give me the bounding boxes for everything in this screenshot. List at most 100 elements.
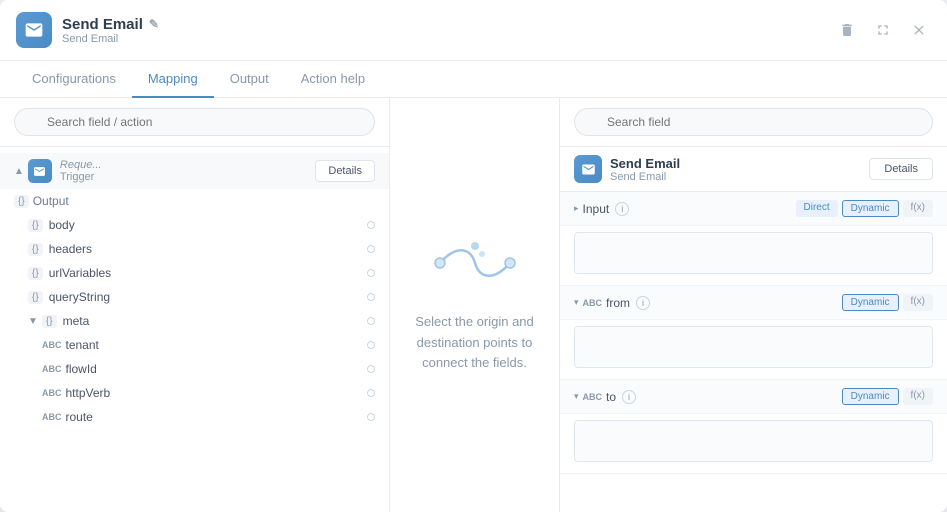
field-section-to: ▾ ABC to i Dynamic f(x) [560,380,947,474]
title-bar: Send Email ✎ Send Email [0,0,947,61]
to-chevron: ▾ [574,391,579,402]
headers-type: {} [28,243,43,256]
field-header-from: ▾ ABC from i Dynamic f(x) [560,286,947,320]
tree-item-flowid[interactable]: ABC flowId [0,357,389,381]
tabs-bar: Configurations Mapping Output Action hel… [0,61,947,98]
route-type: ABC [42,412,62,422]
to-tag-dynamic[interactable]: Dynamic [842,388,899,405]
edit-title-icon[interactable]: ✎ [149,17,159,31]
tree-item-meta[interactable]: ▼ {} meta [0,309,389,333]
from-field-input[interactable] [574,326,933,368]
field-header-to: ▾ ABC to i Dynamic f(x) [560,380,947,414]
right-search-area: 🔍 [560,98,947,147]
input-field-tags: Direct Dynamic f(x) [796,200,933,217]
tree-item-httpverb[interactable]: ABC httpVerb [0,381,389,405]
to-type-tag: ABC [583,392,603,402]
from-field-label: from [606,296,630,310]
input-info-icon[interactable]: i [615,202,629,216]
to-tag-fx[interactable]: f(x) [903,388,933,405]
meta-type: {} [42,315,57,328]
flowid-label: flowId [66,362,97,376]
left-tree: ▲ Reque... Trigger Details {} Output [0,147,389,512]
querystring-label: queryString [49,290,110,304]
urlvariables-type: {} [28,267,43,280]
delete-button[interactable] [835,18,859,42]
meta-chevron: ▼ [28,316,38,327]
tab-action-help[interactable]: Action help [285,61,381,98]
from-chevron: ▾ [574,297,579,308]
destination-subtitle: Send Email [610,171,680,183]
input-tag-fx[interactable]: f(x) [903,200,933,217]
destination-title-group: Send Email Send Email [610,156,680,183]
trigger-icon [28,159,52,183]
output-label: Output [33,194,69,208]
to-field-area [560,414,947,473]
from-tag-dynamic[interactable]: Dynamic [842,294,899,311]
left-panel: 🔍 ▲ Reque... Trigger Details [0,98,390,512]
input-tag-direct[interactable]: Direct [796,200,838,217]
trigger-label-text: Reque... Trigger [60,159,102,183]
tree-item-body[interactable]: {} body [0,213,389,237]
right-search-input[interactable] [574,108,933,136]
main-content: 🔍 ▲ Reque... Trigger Details [0,98,947,512]
to-info-icon[interactable]: i [622,390,636,404]
field-header-input: ▸ Input i Direct Dynamic f(x) [560,192,947,226]
right-fields-list: ▸ Input i Direct Dynamic f(x) [560,192,947,512]
output-section-label: {} Output [0,189,389,213]
route-label: route [66,410,93,424]
app-icon [16,12,52,48]
middle-panel: Select the origin and destination points… [390,98,560,512]
input-field-input[interactable] [574,232,933,274]
connect-text: Select the origin and destination points… [410,312,539,374]
tree-item-urlvariables[interactable]: {} urlVariables [0,261,389,285]
left-search-input[interactable] [14,108,375,136]
output-type-tag: {} [14,195,29,208]
tab-configurations[interactable]: Configurations [16,61,132,98]
urlvariables-label: urlVariables [49,266,111,280]
tab-mapping[interactable]: Mapping [132,61,214,98]
destination-title: Send Email [610,156,680,171]
tab-output[interactable]: Output [214,61,285,98]
from-type-tag: ABC [583,298,603,308]
httpverb-label: httpVerb [66,386,111,400]
left-search-area: 🔍 [0,98,389,147]
to-field-tags: Dynamic f(x) [842,388,933,405]
input-field-label: Input [583,202,610,216]
destination-icon [574,155,602,183]
from-tag-fx[interactable]: f(x) [903,294,933,311]
tree-item-headers[interactable]: {} headers [0,237,389,261]
title-text-group: Send Email ✎ Send Email [62,16,159,45]
window-actions [835,18,931,42]
input-field-area [560,226,947,285]
meta-label: meta [63,314,90,328]
window-title: Send Email ✎ [62,16,159,33]
right-panel: 🔍 Send Email Send Email Details [560,98,947,512]
connect-illustration [430,236,520,296]
from-info-icon[interactable]: i [636,296,650,310]
destination-details-button[interactable]: Details [869,158,933,180]
destination-header: Send Email Send Email Details [560,147,947,192]
trigger-chevron: ▲ [14,166,24,177]
tree-item-route[interactable]: ABC route [0,405,389,429]
body-type: {} [28,219,43,232]
trigger-label: Trigger [60,171,102,183]
headers-label: headers [49,242,92,256]
tenant-label: tenant [66,338,99,352]
expand-button[interactable] [871,18,895,42]
close-button[interactable] [907,18,931,42]
input-chevron: ▸ [574,203,579,214]
to-field-input[interactable] [574,420,933,462]
from-field-tags: Dynamic f(x) [842,294,933,311]
tree-item-querystring[interactable]: {} queryString [0,285,389,309]
main-window: Send Email ✎ Send Email Configurations M… [0,0,947,512]
input-tag-dynamic[interactable]: Dynamic [842,200,899,217]
querystring-type: {} [28,291,43,304]
body-label: body [49,218,75,232]
field-section-from: ▾ ABC from i Dynamic f(x) [560,286,947,380]
trigger-details-button[interactable]: Details [315,160,375,182]
flowid-type: ABC [42,364,62,374]
tree-item-tenant[interactable]: ABC tenant [0,333,389,357]
window-subtitle: Send Email [62,33,159,45]
tenant-type: ABC [42,340,62,350]
to-field-label: to [606,390,616,404]
